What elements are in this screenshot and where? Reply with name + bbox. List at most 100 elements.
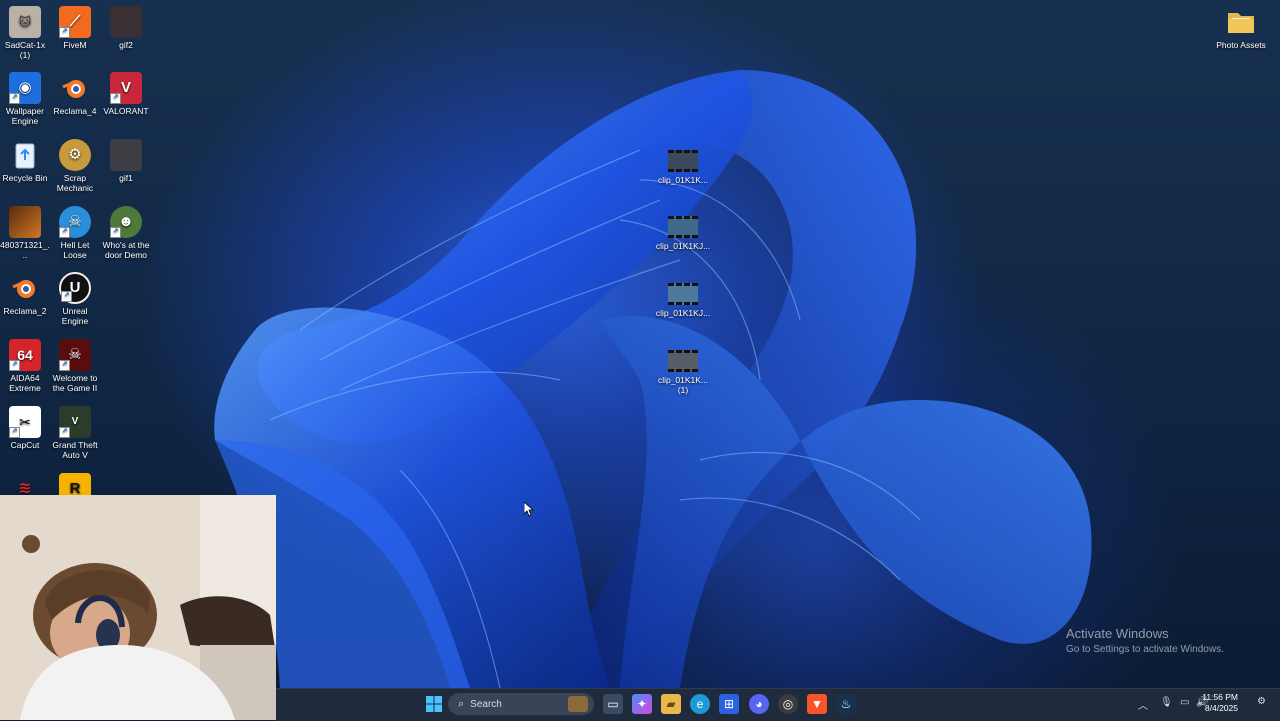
webcam-feed — [0, 495, 276, 720]
desktop-icon-recycle-bin[interactable]: Recycle Bin — [0, 139, 50, 183]
desktop-icon-sadcat[interactable]: 🐱 SadCat-1x (1) — [0, 6, 50, 60]
watermark-subtitle: Go to Settings to activate Windows. — [1066, 644, 1224, 655]
edge-icon: e — [696, 697, 704, 711]
scrap-mechanic-icon: ⚙ — [59, 139, 91, 171]
desktop-icon-wallpaper-engine[interactable]: ◉ ↗ Wallpaper Engine — [0, 72, 50, 126]
clip-label: clip_01K1KJ... — [655, 308, 711, 318]
store-button[interactable]: ⊞ — [719, 694, 739, 714]
brave-button[interactable]: ▼ — [807, 694, 827, 714]
desktop-icon-capcut[interactable]: ✂ ↗ CapCut — [0, 406, 50, 450]
folder-icon — [1225, 6, 1257, 38]
desktop-icon-label: Welcome to the Game II — [52, 373, 98, 393]
hell-let-loose-icon: ☠ ↗ — [59, 206, 91, 238]
video-file-icon — [668, 150, 698, 172]
clock-date: 8/4/2025 — [1204, 703, 1238, 713]
blender-icon — [59, 72, 91, 104]
unreal-engine-icon: U ↗ — [59, 272, 91, 304]
file-explorer-icon: ▰ — [666, 697, 676, 711]
desktop-icon-label: 480371321_... — [0, 240, 50, 260]
recycle-bin-icon — [9, 139, 41, 171]
clip-file-1[interactable]: clip_01K1K... — [653, 150, 713, 185]
desktop-icon-reclama4[interactable]: Reclama_4 — [50, 72, 100, 116]
desktop-icon-image-file[interactable]: 480371321_... — [0, 206, 50, 260]
desktop-icon-unreal-engine[interactable]: U ↗ Unreal Engine — [50, 272, 100, 326]
desktop-icon-label: Recycle Bin — [2, 173, 48, 183]
chrome-icon: ◎ — [782, 697, 794, 711]
desktop-icon-aida64[interactable]: 64 ↗ AIDA64 Extreme — [0, 339, 50, 393]
taskbar-clock[interactable]: 11:56 PM 8/4/2025 — [1202, 692, 1238, 714]
desktop-icon-fivem[interactable]: ⟋ ↗ FiveM — [50, 6, 100, 50]
steam-button[interactable]: ♨ — [836, 694, 856, 714]
webcam-overlay — [0, 495, 276, 720]
taskbar-search-box[interactable]: ⌕ Search — [448, 693, 594, 715]
skull-game-icon: ☠ ↗ — [59, 339, 91, 371]
notification-icon[interactable]: ⚙ — [1257, 696, 1266, 707]
clip-label: clip_01K1KJ... — [655, 241, 711, 251]
aida64-icon: 64 ↗ — [9, 339, 41, 371]
chrome-button[interactable]: ◎ — [778, 694, 798, 714]
desktop-icon-label: gif2 — [119, 40, 133, 50]
task-view-icon: ▭ — [607, 697, 619, 711]
desktop-icon-label: Reclama_2 — [3, 306, 47, 316]
desktop-icon-scrap-mechanic[interactable]: ⚙ Scrap Mechanic — [50, 139, 100, 193]
edge-button[interactable]: e — [690, 694, 710, 714]
desktop-icon-gta-v[interactable]: V ↗ Grand Theft Auto V — [50, 406, 100, 460]
desktop-icon-label: AIDA64 Extreme — [9, 373, 41, 393]
activate-windows-watermark: Activate Windows Go to Settings to activ… — [1066, 626, 1224, 655]
desktop-icon-label: Reclama_4 — [53, 106, 97, 116]
video-file-icon — [668, 350, 698, 372]
gif-image-icon — [110, 6, 142, 38]
fivem-icon: ⟋ ↗ — [59, 6, 91, 38]
discord-icon: ◕ — [755, 697, 763, 711]
start-button[interactable] — [424, 694, 444, 714]
desktop-icon-label: Who's at the door Demo — [102, 240, 150, 260]
copilot-icon: ✦ — [636, 697, 648, 711]
clip-label: clip_01K1K... — [657, 375, 709, 385]
video-file-icon — [668, 283, 698, 305]
microphone-icon[interactable]: 🎙 — [1160, 697, 1173, 708]
start-icon — [426, 696, 442, 712]
desktop-icon-gif1[interactable]: gif1 — [101, 139, 151, 183]
clip-file-3[interactable]: clip_01K1KJ... — [653, 283, 713, 318]
desktop-icon-label: SadCat-1x (1) — [4, 40, 46, 60]
search-highlight-icon — [568, 696, 588, 712]
desktop-icon-label: Hell Let Loose — [60, 240, 90, 260]
blender-icon — [9, 272, 41, 304]
network-icon[interactable]: ▭ — [1180, 697, 1189, 708]
video-file-icon — [668, 216, 698, 238]
task-view-button[interactable]: ▭ — [603, 694, 623, 714]
desktop-icon-gif2[interactable]: gif2 — [101, 6, 151, 50]
clip-file-4[interactable]: clip_01K1K... (1) — [653, 350, 713, 395]
store-icon: ⊞ — [723, 697, 735, 711]
desktop-icon-photo-assets[interactable]: Photo Assets — [1216, 6, 1266, 50]
desktop-icon-label: FiveM — [63, 40, 87, 50]
rockstar-glyph: R — [69, 480, 81, 497]
search-label: Search — [470, 698, 502, 710]
chevron-up-icon[interactable]: ︿ — [1138, 697, 1148, 712]
gif-image-icon — [110, 139, 142, 171]
discord-button[interactable]: ◕ — [749, 694, 769, 714]
gta-icon: V ↗ — [59, 406, 91, 438]
steam-icon: ♨ — [840, 697, 852, 711]
search-icon: ⌕ — [458, 697, 465, 710]
clip-label: clip_01K1K... — [657, 175, 709, 185]
desktop-icon-label: Grand Theft Auto V — [52, 440, 98, 460]
desktop-icon-hell-let-loose[interactable]: ☠ ↗ Hell Let Loose — [50, 206, 100, 260]
desktop-icon-whos-at-the-door[interactable]: ☻ ↗ Who's at the door Demo — [101, 206, 151, 260]
clip-file-2[interactable]: clip_01K1KJ... — [653, 216, 713, 251]
desktop-icon-label: gif1 — [119, 173, 133, 183]
desktop-icon-reclama2[interactable]: Reclama_2 — [0, 272, 50, 316]
desktop-icon-label: Scrap Mechanic — [56, 173, 94, 193]
desktop-icon-label: Unreal Engine — [61, 306, 89, 326]
desktop-icon-welcome-to-the-game[interactable]: ☠ ↗ Welcome to the Game II — [50, 339, 100, 393]
file-explorer-button[interactable]: ▰ — [661, 694, 681, 714]
watermark-title: Activate Windows — [1066, 626, 1169, 641]
desktop-icon-label: VALORANT — [103, 106, 149, 116]
valorant-icon: V ↗ — [110, 72, 142, 104]
clock-time: 11:56 PM — [1202, 692, 1238, 702]
desktop-icon-label: Wallpaper Engine — [6, 106, 44, 126]
brave-icon: ▼ — [811, 697, 823, 711]
image-file-icon — [9, 206, 41, 238]
desktop-icon-valorant[interactable]: V ↗ VALORANT — [101, 72, 151, 116]
copilot-button[interactable]: ✦ — [632, 694, 652, 714]
